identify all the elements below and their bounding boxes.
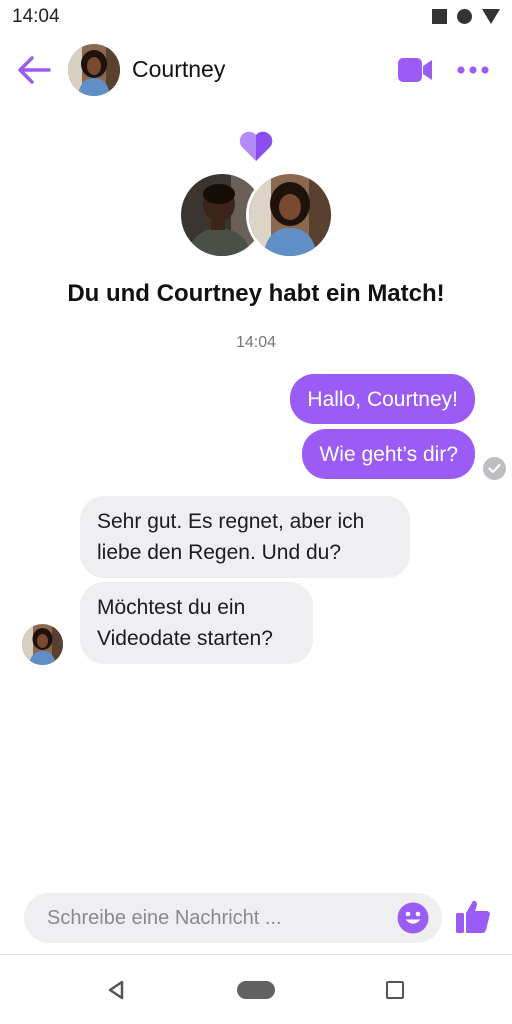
contact-name[interactable]: Courtney [132, 56, 225, 83]
video-call-button[interactable] [396, 54, 434, 86]
message-composer [24, 893, 442, 943]
match-title: Du und Courtney habt ein Match! [67, 280, 445, 307]
smiley-icon [397, 902, 429, 934]
outgoing-message[interactable]: Wie geht’s dir? [302, 429, 475, 479]
square-icon [432, 9, 447, 24]
outgoing-message[interactable]: Hallo, Courtney! [290, 374, 475, 424]
status-icons [432, 9, 500, 24]
app-bar: Courtney [0, 40, 512, 100]
nav-back-icon[interactable] [105, 979, 127, 1001]
system-nav-bar [0, 955, 512, 1024]
check-circle-icon [483, 457, 506, 480]
thumbs-up-icon [456, 900, 490, 933]
incoming-message[interactable]: Sehr gut. Es regnet, aber ich liebe den … [80, 496, 410, 578]
status-time: 14:04 [12, 6, 60, 27]
back-button[interactable] [16, 52, 52, 88]
message-input[interactable] [47, 893, 387, 943]
status-bar: 14:04 [0, 0, 512, 34]
sender-avatar[interactable] [22, 624, 63, 665]
arrow-left-icon [18, 56, 51, 84]
like-button[interactable] [454, 898, 492, 936]
emoji-button[interactable] [397, 902, 429, 934]
nav-recents-button[interactable] [386, 981, 404, 999]
more-options-button[interactable] [454, 54, 492, 86]
incoming-message[interactable]: Möchtest du ein Videodate starten? [80, 582, 313, 664]
more-dots-icon [457, 66, 489, 74]
contact-match-avatar [246, 171, 334, 259]
triangle-icon [482, 9, 500, 24]
contact-avatar[interactable] [68, 44, 120, 96]
chat-timestamp: 14:04 [235, 334, 277, 351]
circle-icon [457, 9, 472, 24]
video-camera-icon [398, 58, 432, 82]
heart-icon [239, 131, 273, 161]
nav-home-button[interactable] [237, 981, 275, 999]
